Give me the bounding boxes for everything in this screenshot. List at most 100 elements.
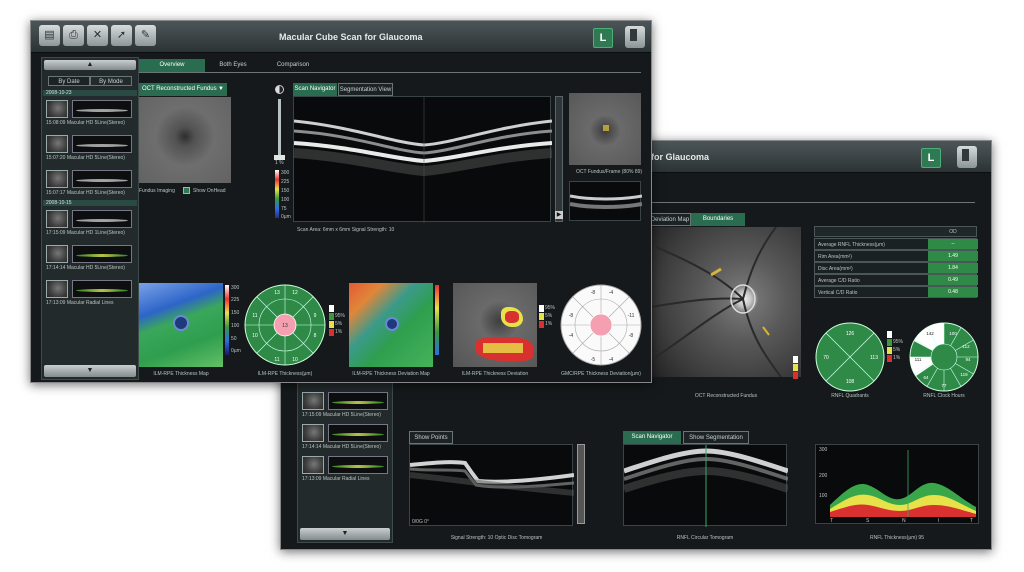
sector-value-7: 11 <box>274 357 279 363</box>
bscan-6[interactable] <box>72 280 132 298</box>
scroll-up-button[interactable]: ▲ <box>44 60 136 70</box>
tab-deviation-map[interactable]: Deviation Map <box>649 213 691 226</box>
tab-by-date[interactable]: By Date <box>48 76 90 86</box>
thumb-2[interactable] <box>302 424 324 442</box>
bscan-2[interactable] <box>72 135 132 153</box>
thumb-3[interactable] <box>46 170 68 188</box>
sidebar-item-2[interactable]: 17:14:14 Macular HD 5Line(Stereo) <box>302 444 381 450</box>
scroll-down-button[interactable]: ▼ <box>300 528 390 540</box>
tab-comparison[interactable]: Comparison <box>261 59 325 72</box>
show-segmentation-button[interactable]: Show Segmentation <box>683 431 749 444</box>
table-cell-value: 0.49 <box>928 275 978 285</box>
quadrants-legend: 95% 5% 1% <box>887 331 903 362</box>
tab-boundaries[interactable]: Boundaries <box>691 213 745 226</box>
dev-value-1: -8 <box>591 290 596 296</box>
bscan-scroll[interactable] <box>555 96 563 222</box>
thumb-3[interactable] <box>302 456 324 474</box>
scan-navigator-button[interactable]: Scan Navigator <box>623 431 681 444</box>
thumb-6[interactable] <box>46 280 68 298</box>
optic-disc-tomogram: 0/0G 0° <box>409 444 575 526</box>
dev-value-8: -4 <box>609 357 614 363</box>
clock-hours-caption: RNFL Clock Hours <box>923 393 965 399</box>
ilm-rpe-thickness-map <box>139 283 223 367</box>
sector-value-5: 10 <box>252 333 258 339</box>
map2-caption: ILM-RPE Thickness(μm) <box>257 371 313 377</box>
tab-segmentation-view[interactable]: Segmentation View <box>338 83 393 96</box>
printer-icon[interactable]: ⎙ <box>63 25 84 46</box>
thumb-4[interactable] <box>46 210 68 228</box>
tab-both-eyes[interactable]: Both Eyes <box>205 59 261 72</box>
bscan-2[interactable] <box>328 424 388 442</box>
fundus-dropdown[interactable]: OCT Reconstructed Fundus ▼ <box>139 83 227 96</box>
bscan-1[interactable] <box>328 392 388 410</box>
clock-value-8: 142 <box>926 331 934 336</box>
table-cell-value: 1.49 <box>928 251 978 261</box>
onh-fundus-caption: OCT Reconstructed Fundus <box>694 393 758 399</box>
onh-fundus-image <box>650 226 801 378</box>
quad-value-s: 126 <box>846 331 855 337</box>
table-cell-label: Rim Area(mm²) <box>818 254 852 260</box>
sidebar-item-3[interactable]: 17:13:09 Macular Radial Lines <box>302 476 370 482</box>
tab-scan-navigator[interactable]: Scan Navigator <box>293 83 337 96</box>
tab-overview[interactable]: Overview <box>139 59 205 72</box>
bscan-1[interactable] <box>72 100 132 118</box>
tab-by-mode[interactable]: By Mode <box>90 76 132 86</box>
table-cell-value: 1.84 <box>928 263 978 273</box>
table-cell-label: Average C/D Ratio <box>818 278 860 284</box>
bscan-5[interactable] <box>72 245 132 263</box>
thumb-1[interactable] <box>46 100 68 118</box>
rnfl-summary-table: OD Average RNFL Thickness(μm) -- Rim Area(… <box>814 226 978 306</box>
edit-icon[interactable]: ✎ <box>135 25 156 46</box>
dev-value-7: -5 <box>591 357 596 363</box>
exit-icon[interactable] <box>625 26 645 48</box>
table-cell-label: Vertical C/D Ratio <box>818 290 858 296</box>
thickness-deviation-map <box>349 283 433 367</box>
table-header-od: OD <box>949 229 957 235</box>
show-points-button[interactable]: Show Points <box>409 431 453 444</box>
tomogram-slider[interactable] <box>577 444 585 524</box>
graph-x-n: N <box>902 518 906 524</box>
dev-value-3: -8 <box>569 313 574 319</box>
scan-caption: Scan Area: 6mm x 6mm Signal Strength: 10 <box>297 227 395 233</box>
rnfl-clock-hours-chart: 100 112 111 94 119 77 64 142 <box>909 322 979 392</box>
sidebar-item-1[interactable]: 17:15:09 Macular HD 5Line(Stereo) <box>302 412 381 418</box>
sidebar-item-5[interactable]: 17:14:14 Macular HD 5Line(Stereo) <box>46 265 125 271</box>
front-sidebar: ▲ By Date By Mode 2008-10-23 15:08:09 Ma… <box>41 57 139 380</box>
map5-caption: GMC/RPE Thickness Deviation(μm) <box>561 371 641 377</box>
sidebar-item-3[interactable]: 15:07:17 Macular HD 5Line(Stereo) <box>46 190 125 196</box>
eye-indicator[interactable]: L <box>921 148 941 168</box>
scroll-down-button[interactable]: ▼ <box>44 365 136 377</box>
contrast-icon <box>275 85 284 94</box>
show-onh-checkbox[interactable] <box>183 187 190 194</box>
thumb-5[interactable] <box>46 245 68 263</box>
contrast-slider[interactable] <box>278 99 281 159</box>
thumb-2[interactable] <box>46 135 68 153</box>
bscan-4[interactable] <box>72 210 132 228</box>
table-row: Vertical C/D Ratio 0.48 <box>814 286 978 298</box>
graph-x-i: I <box>938 518 940 524</box>
bscan-3[interactable] <box>72 170 132 188</box>
thickness-deviation-overlay <box>453 283 537 367</box>
table-cell-value: 0.48 <box>928 287 978 297</box>
rnfl-tomogram-caption: RNFL Circular Tomogram <box>676 535 734 541</box>
tomogram-caption: Signal Strength: 10 Optic Disc Tomogram <box>450 535 543 541</box>
export-icon[interactable]: ➚ <box>111 25 132 46</box>
clock-value-6: 77 <box>941 383 947 388</box>
thumb-1[interactable] <box>302 392 324 410</box>
front-window: ▤ ⎙ ✕ ➚ ✎ Macular Cube Scan for Glaucoma… <box>30 20 652 383</box>
eye-indicator[interactable]: L <box>593 28 613 48</box>
table-cell-label: Disc Area(mm²) <box>818 266 853 272</box>
exit-icon[interactable]: ✕ <box>87 25 108 46</box>
bscan-3[interactable] <box>328 456 388 474</box>
sidebar-item-4[interactable]: 17:15:09 Macular HD 1Line(Stereo) <box>46 230 125 236</box>
table-row: Average RNFL Thickness(μm) -- <box>814 238 978 250</box>
dev-value-4: -11 <box>628 313 635 319</box>
sidebar-item-1[interactable]: 15:08:09 Macular HD 5Line(Stereo) <box>46 120 125 126</box>
sidebar-item-6[interactable]: 17:13:09 Macular Radial Lines <box>46 300 114 306</box>
play-icon[interactable]: ▶ <box>555 211 563 219</box>
front-titlebar: ▤ ⎙ ✕ ➚ ✎ Macular Cube Scan for Glaucoma… <box>31 21 651 53</box>
exit-icon[interactable] <box>957 146 977 168</box>
print-icon[interactable]: ▤ <box>39 25 60 46</box>
sidebar-item-2[interactable]: 15:07:20 Macular HD 5Line(Stereo) <box>46 155 125 161</box>
sector-value-8: 10 <box>292 357 298 363</box>
